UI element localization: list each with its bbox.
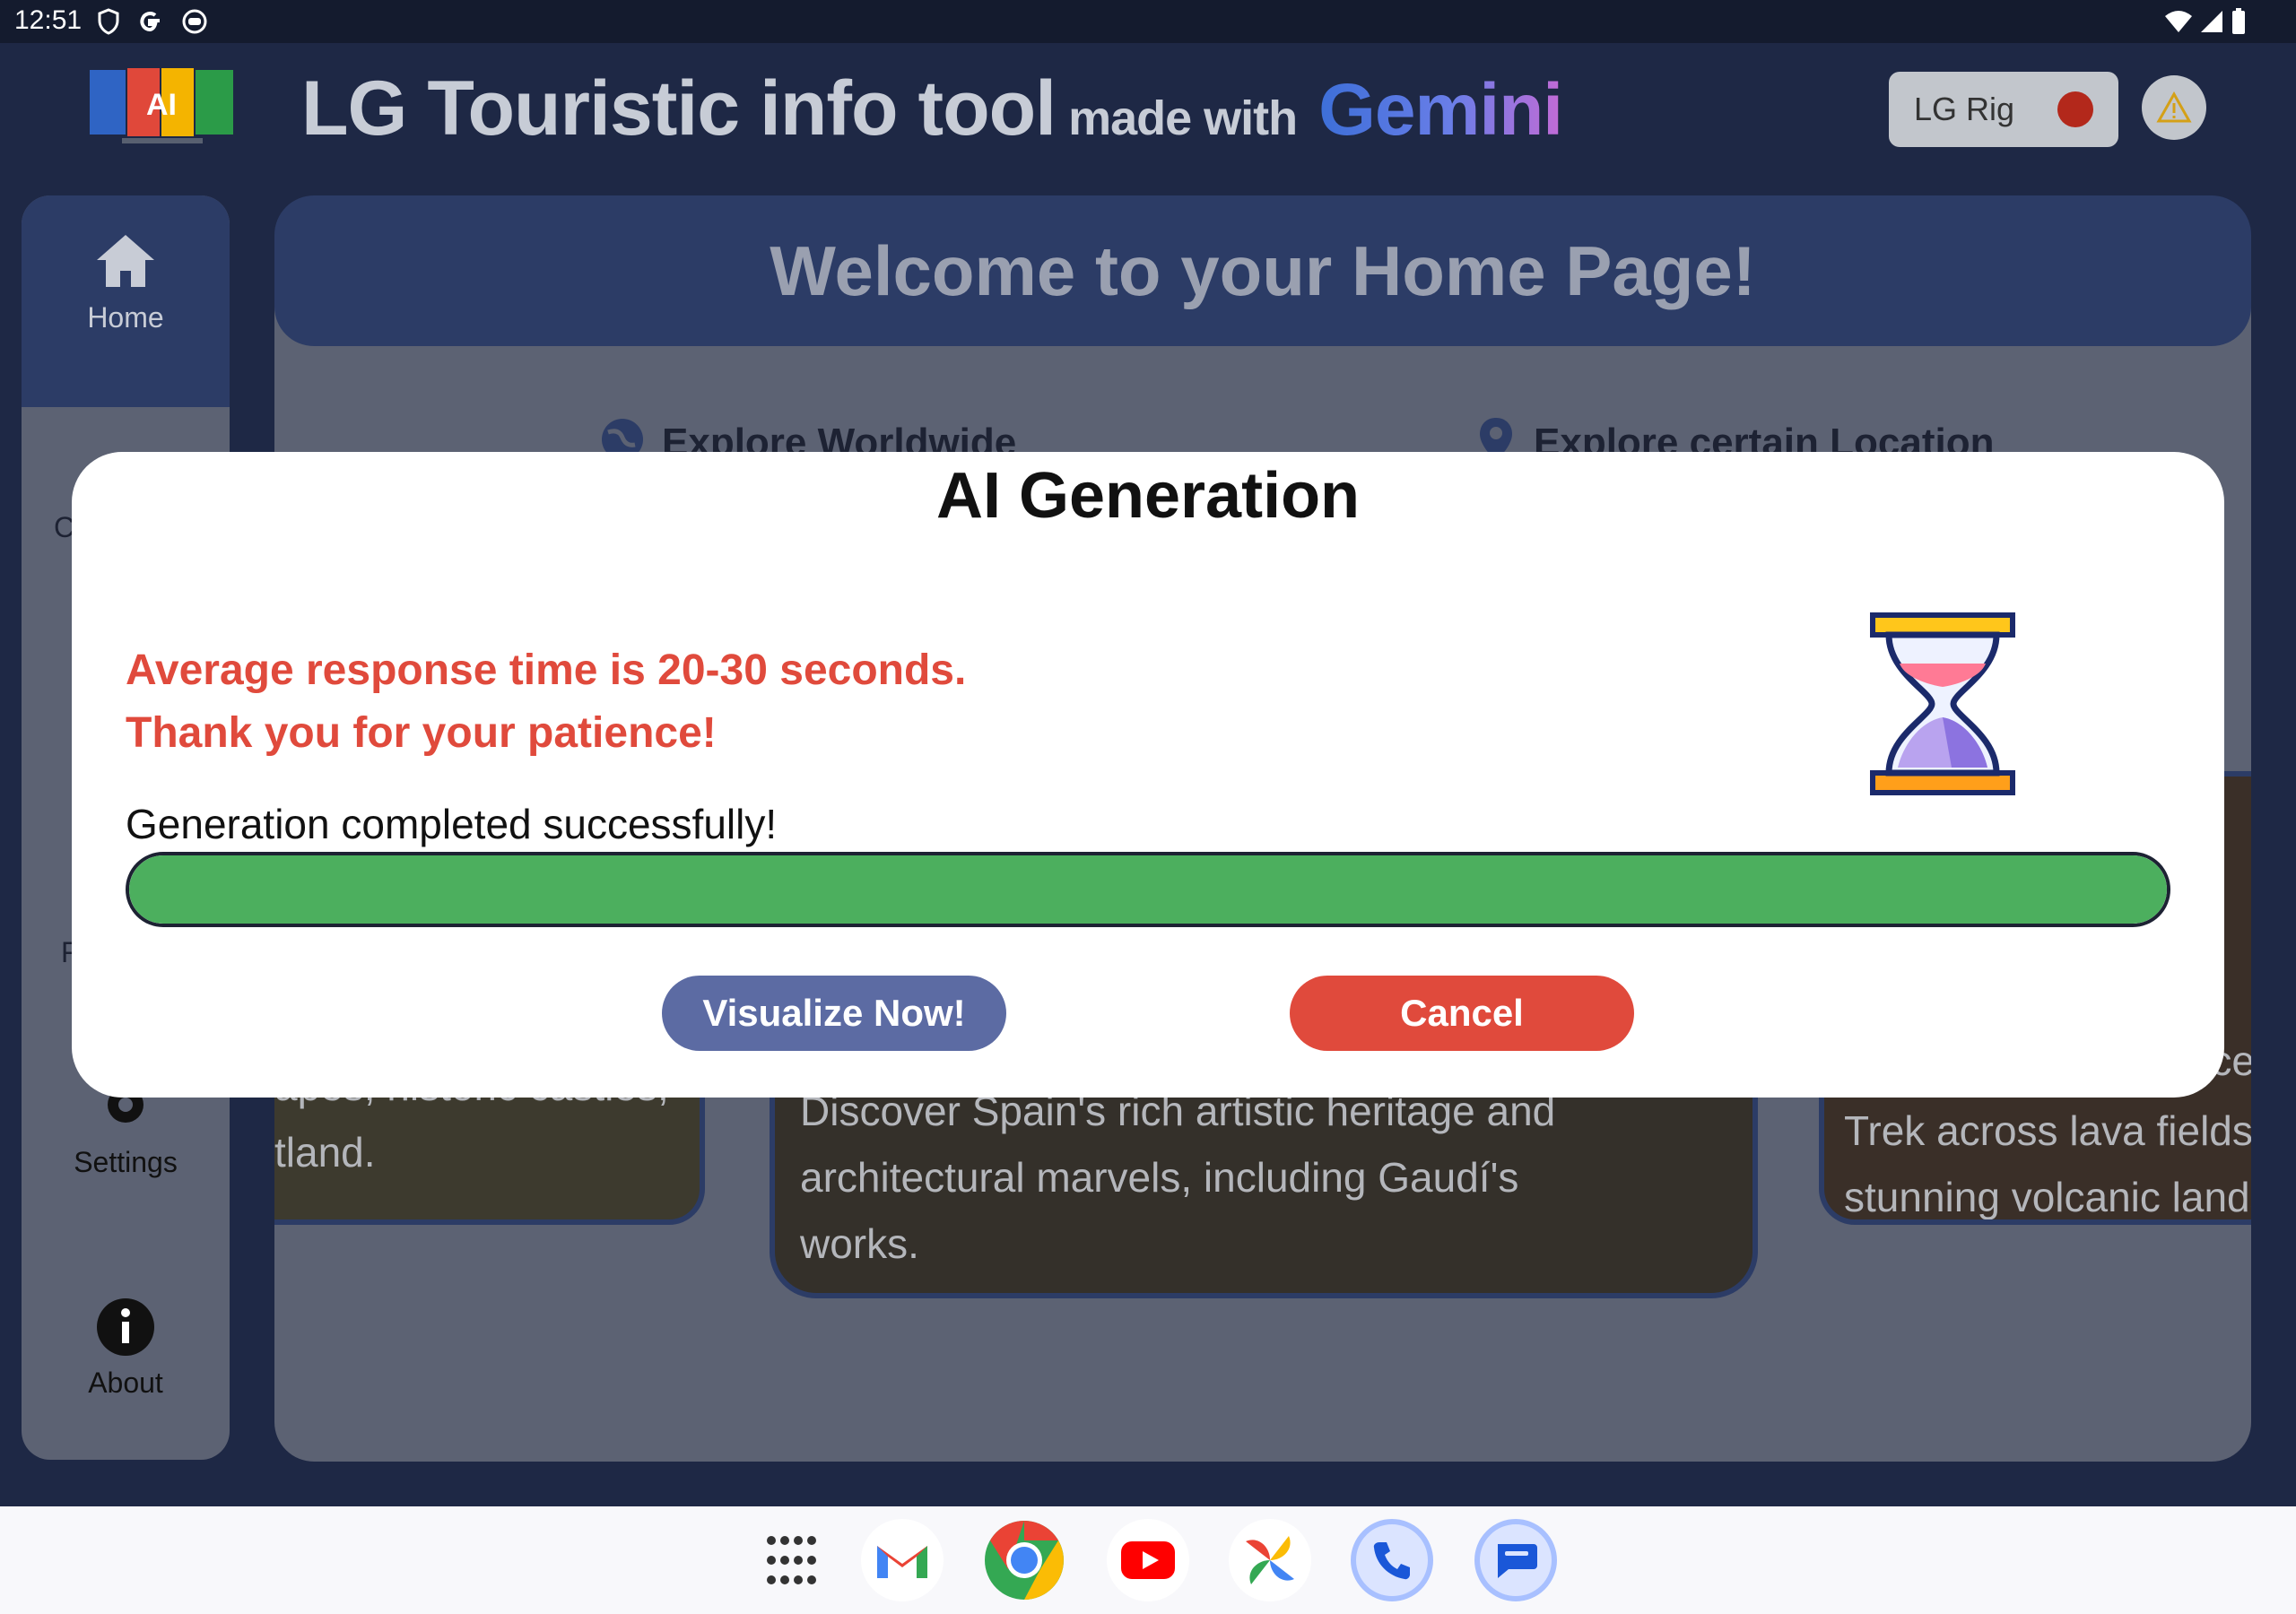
progress-bar (126, 852, 2170, 927)
clock: 12:51 (14, 5, 83, 35)
hourglass-icon (1869, 610, 2016, 798)
signal-icon (2199, 7, 2224, 36)
photos-icon[interactable] (1229, 1519, 1311, 1601)
phone-icon[interactable] (1351, 1519, 1433, 1601)
gmail-icon[interactable] (861, 1519, 944, 1601)
patience-notice: Thank you for your patience! (126, 709, 717, 757)
google-g-icon (136, 7, 163, 36)
app-drawer-icon[interactable] (750, 1519, 832, 1601)
status-bar: 12:51 (0, 0, 2296, 43)
response-time-notice: Average response time is 20-30 seconds. (126, 646, 967, 694)
youtube-icon[interactable] (1107, 1519, 1189, 1601)
generation-status: Generation completed successfully! (126, 801, 778, 847)
messages-icon[interactable] (1474, 1519, 1557, 1601)
wifi-icon (2163, 7, 2194, 36)
chrome-icon[interactable] (983, 1519, 1065, 1601)
android-face-icon (181, 7, 208, 36)
visualize-now-button[interactable]: Visualize Now! (662, 976, 1006, 1051)
battery-icon (2231, 7, 2246, 36)
progress-bar-fill (129, 855, 2167, 924)
cancel-button[interactable]: Cancel (1290, 976, 1634, 1051)
ai-generation-dialog: AI Generation Average response time is 2… (72, 452, 2224, 1098)
shield-icon (97, 7, 120, 36)
dialog-title: AI Generation (935, 460, 1361, 532)
